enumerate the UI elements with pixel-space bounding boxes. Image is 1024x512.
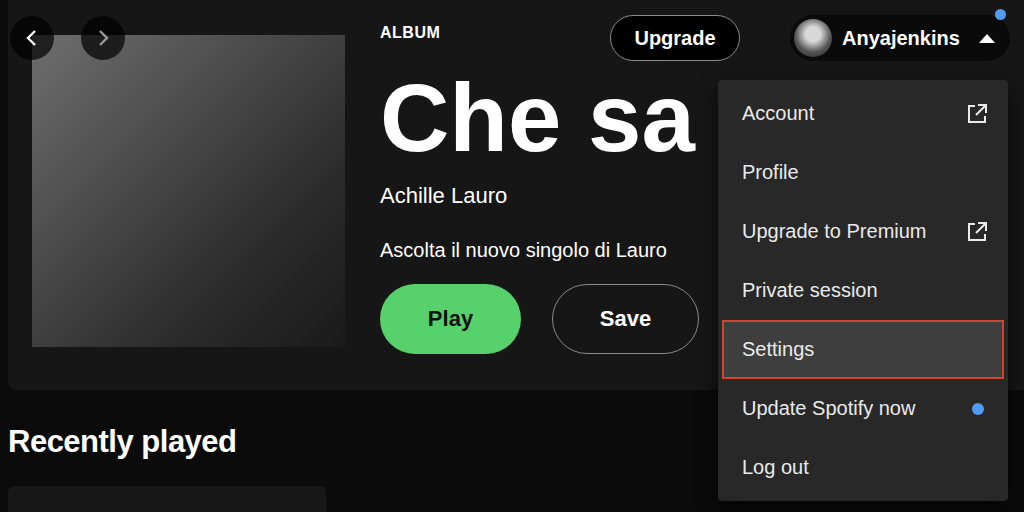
album-title: Che sa	[380, 68, 699, 169]
menu-item[interactable]: Upgrade to Premium	[722, 202, 1004, 261]
upgrade-button[interactable]: Upgrade	[610, 15, 740, 61]
album-actions: Play Save	[380, 284, 699, 354]
chevron-right-icon	[93, 28, 113, 48]
user-name: Anyajenkins	[842, 27, 968, 50]
menu-item[interactable]: Settings	[722, 320, 1004, 379]
menu-item[interactable]: Private session	[722, 261, 1004, 320]
caret-icon	[978, 32, 996, 44]
album-info: ALBUMChe saAchille LauroAscolta il nuovo…	[380, 22, 699, 390]
menu-item[interactable]: Update Spotify now	[722, 379, 1004, 438]
menu-item[interactable]: Account	[722, 84, 1004, 143]
album-description: Ascolta il nuovo singolo di Lauro	[380, 239, 699, 262]
album-cover[interactable]	[32, 35, 345, 347]
notification-dot	[995, 9, 1006, 20]
external-link-icon	[966, 221, 988, 243]
recent-card[interactable]	[8, 486, 326, 512]
spotify-window: ALBUMChe saAchille LauroAscolta il nuovo…	[0, 0, 1024, 512]
update-dot	[972, 403, 984, 415]
menu-item[interactable]: Profile	[722, 143, 1004, 202]
forward-button[interactable]	[81, 16, 125, 60]
chevron-left-icon	[22, 28, 42, 48]
user-menu: AccountProfileUpgrade to PremiumPrivate …	[718, 80, 1008, 501]
play-button[interactable]: Play	[380, 284, 521, 354]
back-button[interactable]	[10, 16, 54, 60]
menu-item[interactable]: Log out	[722, 438, 1004, 497]
save-button[interactable]: Save	[552, 284, 699, 354]
user-menu-button[interactable]: Anyajenkins	[790, 15, 1010, 61]
artist-name[interactable]: Achille Lauro	[380, 183, 699, 209]
external-link-icon	[966, 103, 988, 125]
avatar-icon	[794, 19, 832, 57]
